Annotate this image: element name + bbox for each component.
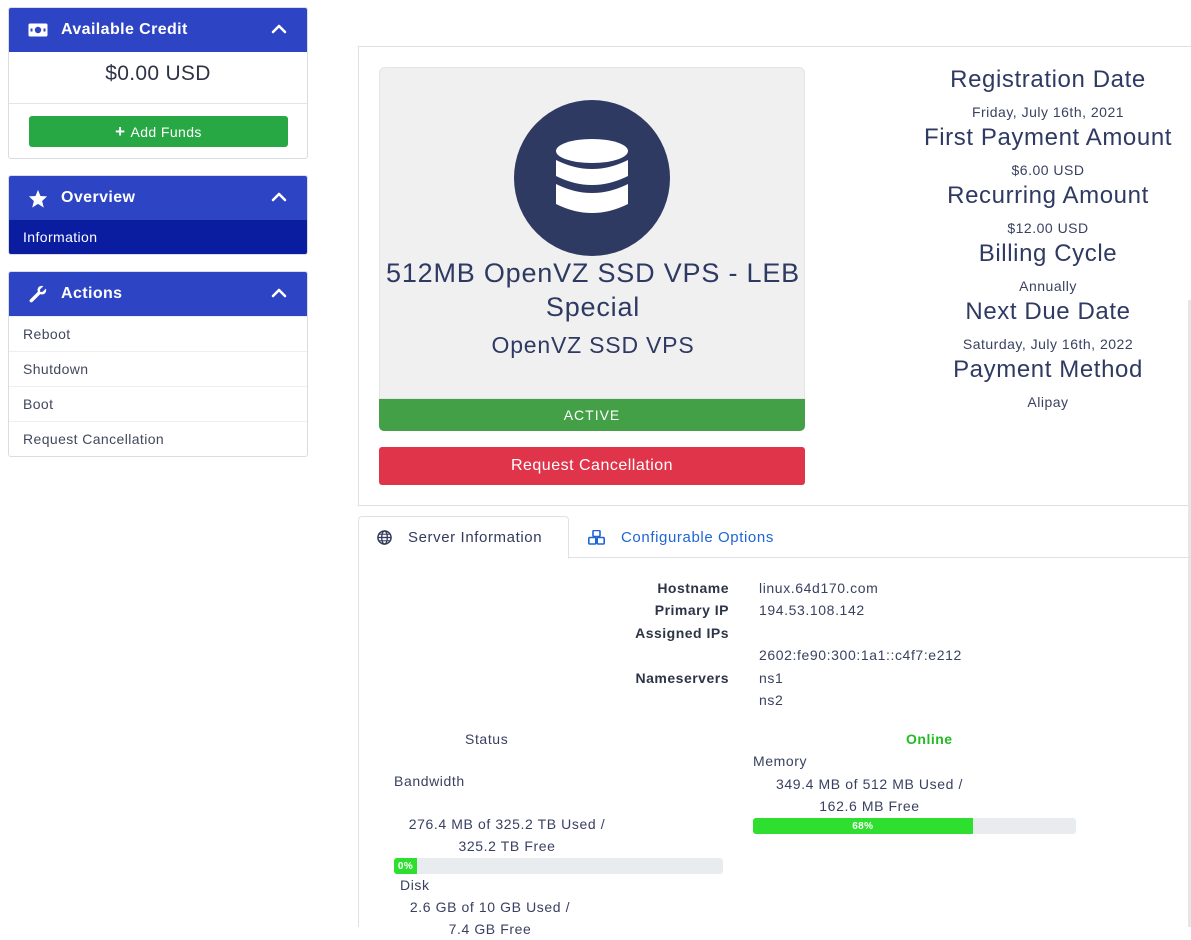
assigned-ips-label: Assigned IPs xyxy=(635,625,729,641)
disk-usage-line1: 2.6 GB of 10 GB Used / xyxy=(409,899,571,915)
status-badge: ACTIVE xyxy=(379,399,805,431)
hostname-value: linux.64d170.com xyxy=(759,580,879,596)
database-icon xyxy=(514,100,670,256)
chevron-up-icon[interactable] xyxy=(271,190,287,208)
memory-usage-line1: 349.4 MB of 512 MB Used / xyxy=(776,776,963,792)
nameservers-label: Nameservers xyxy=(635,670,729,686)
bandwidth-progress-bar: 0% xyxy=(394,858,723,874)
globe-icon xyxy=(377,530,392,545)
nameserver-1: ns1 xyxy=(759,670,784,686)
payment-method-label: Payment Method xyxy=(953,356,1143,383)
disk-usage-line2: 7.4 GB Free xyxy=(448,921,532,937)
available-credit-title: Available Credit xyxy=(61,21,188,38)
divider xyxy=(9,103,307,104)
billing-cycle-label: Billing Cycle xyxy=(978,240,1118,267)
tab-configurable-options-label: Configurable Options xyxy=(621,528,774,546)
registration-date-value: Friday, July 16th, 2021 xyxy=(971,104,1125,120)
memory-usage-line2: 162.6 MB Free xyxy=(819,798,920,814)
sidebar-item-boot[interactable]: Boot xyxy=(9,386,307,421)
bandwidth-progress-fill: 0% xyxy=(394,858,418,874)
memory-progress-fill: 68% xyxy=(753,818,973,834)
billing-details: Registration Date Friday, July 16th, 202… xyxy=(908,66,1188,414)
payment-method-value: Alipay xyxy=(1027,394,1069,410)
actions-title: Actions xyxy=(61,285,123,302)
available-credit-header[interactable]: Available Credit xyxy=(9,8,307,52)
overview-title: Overview xyxy=(61,189,136,206)
first-payment-value: $6.00 USD xyxy=(1011,162,1085,178)
first-payment-label: First Payment Amount xyxy=(923,124,1173,151)
credit-amount: $0.00 USD xyxy=(105,62,211,85)
billing-cycle-value: Annually xyxy=(1019,278,1077,294)
wrench-icon xyxy=(27,283,49,305)
tab-server-information-label: Server Information xyxy=(408,529,543,546)
recurring-amount-label: Recurring Amount xyxy=(947,182,1149,209)
next-due-date-label: Next Due Date xyxy=(965,298,1131,325)
sidebar-item-reboot[interactable]: Reboot xyxy=(9,316,307,351)
primary-ip-label: Primary IP xyxy=(654,602,729,618)
tab-server-information[interactable]: Server Information xyxy=(358,516,569,559)
tab-configurable-options[interactable]: Configurable Options xyxy=(588,516,774,558)
sidebar-item-request-cancellation[interactable]: Request Cancellation xyxy=(9,421,307,456)
star-icon xyxy=(27,187,49,209)
add-funds-button[interactable]: + Add Funds xyxy=(29,116,288,147)
request-cancellation-button[interactable]: Request Cancellation xyxy=(379,447,805,485)
assigned-ip-value: 2602:fe90:300:1a1::c4f7:e212 xyxy=(759,647,962,663)
next-due-date-value: Saturday, July 16th, 2022 xyxy=(962,336,1134,352)
recurring-amount-value: $12.00 USD xyxy=(1007,220,1089,236)
available-credit-panel: Available Credit $0.00 USD + Add Funds xyxy=(8,7,308,159)
product-summary: 512MB OpenVZ SSD VPS - LEB Special OpenV… xyxy=(379,67,805,399)
bandwidth-usage-line2: 325.2 TB Free xyxy=(458,838,556,854)
memory-title: Memory xyxy=(753,753,808,769)
sidebar-item-shutdown[interactable]: Shutdown xyxy=(9,351,307,386)
details-tabs: Server Information Configurable Options xyxy=(358,516,1191,559)
product-group: OpenVZ SSD VPS xyxy=(491,332,695,358)
plus-icon: + xyxy=(115,121,126,141)
product-name: 512MB OpenVZ SSD VPS - LEB Special xyxy=(386,258,800,322)
bandwidth-title: Bandwidth xyxy=(394,773,465,789)
actions-panel: Actions Reboot Shutdown Boot Request Can… xyxy=(8,271,308,457)
memory-progress-bar: 68% xyxy=(753,818,1076,834)
overview-panel: Overview Information xyxy=(8,175,308,255)
disk-title: Disk xyxy=(400,877,430,893)
server-status-label: Status xyxy=(465,731,509,747)
server-status-value: Online xyxy=(906,731,953,747)
bandwidth-usage-line1: 276.4 MB of 325.2 TB Used / xyxy=(408,816,606,832)
cubes-icon xyxy=(588,529,605,545)
sidebar-item-information[interactable]: Information xyxy=(9,220,307,254)
overview-header[interactable]: Overview xyxy=(9,176,307,220)
money-bill-icon xyxy=(27,19,49,41)
registration-date-label: Registration Date xyxy=(950,66,1146,93)
chevron-up-icon[interactable] xyxy=(271,22,287,40)
add-funds-label: Add Funds xyxy=(130,123,202,140)
actions-header[interactable]: Actions xyxy=(9,272,307,316)
primary-ip-value: 194.53.108.142 xyxy=(759,602,865,618)
chevron-up-icon[interactable] xyxy=(271,286,287,304)
nameserver-2: ns2 xyxy=(759,692,784,708)
hostname-label: Hostname xyxy=(657,580,729,596)
